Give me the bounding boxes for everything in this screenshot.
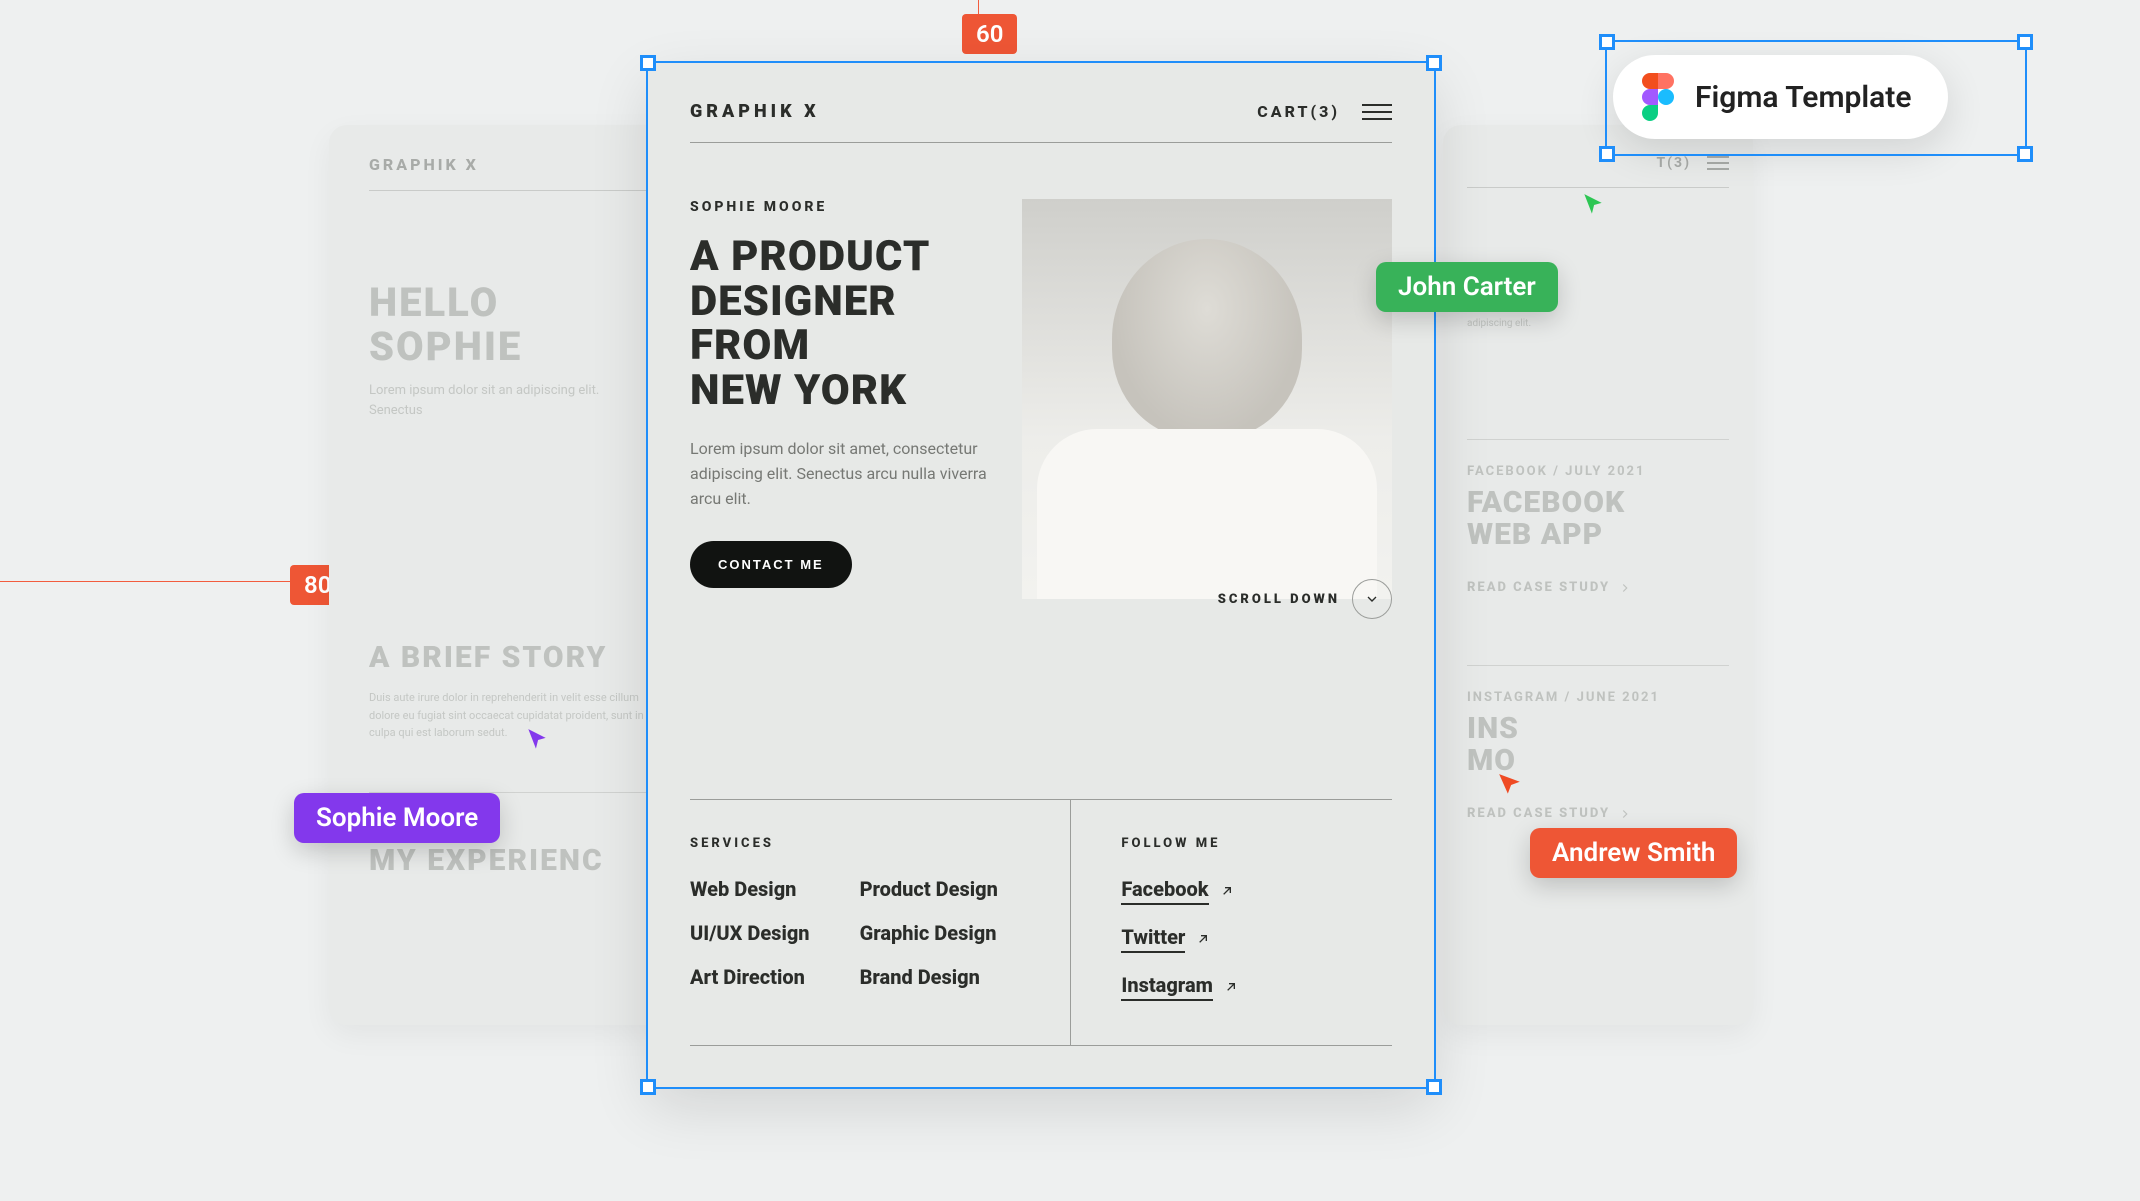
multiplayer-label-purple: Sophie Moore [294, 793, 500, 843]
project-title: INSMO [1467, 713, 1729, 776]
multiplayer-label-orange: Andrew Smith [1530, 828, 1737, 878]
project-title: FACEBOOKWEB APP [1467, 487, 1729, 550]
chevron-right-icon [1618, 807, 1632, 821]
scroll-label: SCROLL DOWN [1218, 592, 1340, 607]
resize-handle-tl[interactable] [1599, 34, 1615, 50]
social-link-facebook[interactable]: Facebook [1121, 877, 1392, 905]
hero-portrait [1022, 199, 1392, 599]
arrow-up-right-icon [1219, 883, 1235, 899]
read-case-study-link[interactable]: READ CASE STUDY [1467, 580, 1729, 595]
resize-handle-br[interactable] [2017, 146, 2033, 162]
chevron-down-icon [1352, 579, 1392, 619]
multiplayer-label-green: John Carter [1376, 262, 1558, 312]
multiplayer-cursor-orange [1497, 772, 1523, 802]
arrow-up-right-icon [1195, 931, 1211, 947]
divider [1467, 665, 1729, 666]
chevron-right-icon [1618, 581, 1632, 595]
figma-canvas[interactable]: 60 800 GRAPHIK X HELLOSOPHIE Lorem ipsum… [0, 0, 2140, 1201]
bg-frame-right[interactable]: T(3) adipiscing elit. FACEBOOK / JULY 20… [1443, 125, 1753, 1025]
divider [1467, 439, 1729, 440]
eyebrow: SOPHIE MOORE [690, 199, 1002, 215]
hero-title: A PRODUCT DESIGNER FROM NEW YORK [690, 235, 1002, 413]
lorem-fragment: adipiscing elit. [1467, 318, 1729, 329]
service-item: UI/UX Design [690, 921, 810, 945]
figma-template-pill[interactable]: Figma Template [1613, 55, 1948, 139]
contact-button[interactable]: CONTACT ME [690, 541, 852, 588]
project-meta: FACEBOOK / JULY 2021 [1467, 464, 1729, 479]
service-item: Graphic Design [860, 921, 998, 945]
hamburger-menu-button[interactable] [1362, 104, 1392, 120]
figma-logo-icon [1641, 73, 1675, 121]
service-item: Brand Design [860, 965, 998, 989]
hello-body: Lorem ipsum dolor sit an adipiscing elit… [369, 381, 609, 420]
resize-handle-tr[interactable] [2017, 34, 2033, 50]
logo[interactable]: GRAPHIK X [690, 101, 820, 122]
project-meta: INSTAGRAM / JUNE 2021 [1467, 690, 1729, 705]
read-case-study-link[interactable]: READ CASE STUDY [1467, 806, 1729, 821]
hero-section: SOPHIE MOORE A PRODUCT DESIGNER FROM NEW… [690, 199, 1392, 599]
multiplayer-cursor-green [1580, 192, 1606, 222]
measurement-badge-top: 60 [962, 14, 1017, 54]
frame-header: GRAPHIK X CART(3) [690, 101, 1392, 143]
service-item: Web Design [690, 877, 810, 901]
service-item: Product Design [860, 877, 998, 901]
selected-frame[interactable]: GRAPHIK X CART(3) SOPHIE MOORE A PRODUCT… [648, 63, 1434, 1087]
scroll-indicator[interactable]: SCROLL DOWN [1218, 579, 1392, 619]
social-link-instagram[interactable]: Instagram [1121, 973, 1392, 1001]
cart-button[interactable]: CART(3) [1257, 102, 1340, 121]
cart-fragment: T(3) [1656, 155, 1729, 171]
figma-template-label: Figma Template [1695, 80, 1912, 115]
logo: GRAPHIK X [369, 155, 479, 174]
follow-label: FOLLOW ME [1121, 836, 1392, 851]
services-label: SERVICES [690, 836, 1070, 851]
hamburger-icon [1707, 156, 1729, 170]
multiplayer-cursor-purple [524, 727, 550, 757]
story-body: Duis aute irure dolor in reprehenderit i… [369, 689, 649, 742]
arrow-up-right-icon [1223, 979, 1239, 995]
services-follow-section: SERVICES Web Design UI/UX Design Art Dir… [690, 799, 1392, 1046]
hero-body: Lorem ipsum dolor sit amet, consectetur … [690, 437, 1002, 511]
social-link-twitter[interactable]: Twitter [1121, 925, 1392, 953]
service-item: Art Direction [690, 965, 810, 989]
